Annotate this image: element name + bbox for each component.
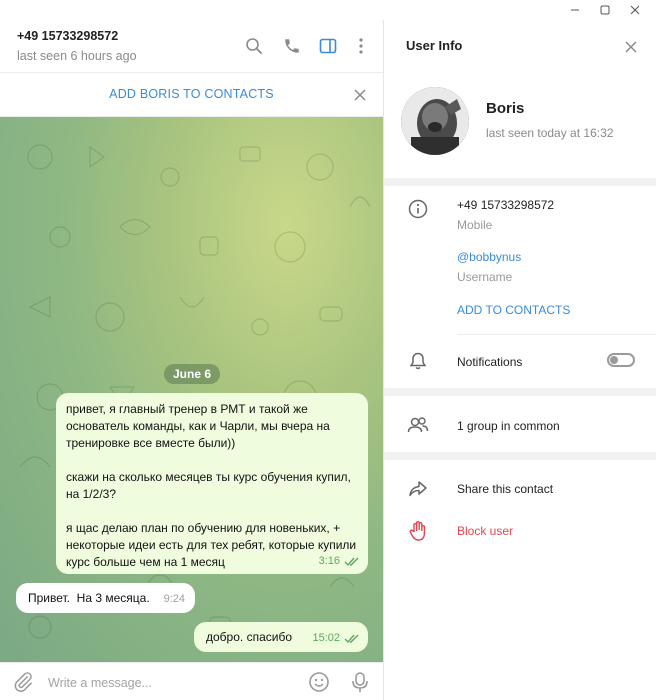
- chat-header[interactable]: +49 15733298572 last seen 6 hours ago: [0, 20, 383, 72]
- double-check-icon: [344, 634, 359, 643]
- block-user-button[interactable]: Block user: [457, 524, 513, 538]
- message-text: Привет. На 3 месяца.: [28, 591, 150, 605]
- phone-label: Mobile: [457, 218, 493, 232]
- sidebar-panel-icon[interactable]: [316, 34, 340, 58]
- share-contact-button[interactable]: Share this contact: [457, 482, 553, 496]
- chat-pane: +49 15733298572 last seen 6 hours ago AD…: [0, 20, 384, 700]
- profile-status: last seen today at 16:32: [486, 126, 614, 140]
- user-info-panel: User Info Boris last seen today at 16:32…: [384, 20, 656, 700]
- paperclip-icon[interactable]: [12, 671, 34, 698]
- add-to-contacts-link[interactable]: ADD BORIS TO CONTACTS: [0, 87, 383, 101]
- wallpaper-pattern: [19, 144, 371, 639]
- close-banner-icon[interactable]: [350, 85, 370, 105]
- search-icon[interactable]: [242, 34, 266, 58]
- chat-status: last seen 6 hours ago: [17, 49, 137, 63]
- bell-icon: [406, 349, 430, 373]
- message-time: 9:24: [163, 593, 185, 605]
- hand-stop-icon: [406, 519, 430, 543]
- date-separator: June 6: [164, 364, 220, 384]
- chat-title[interactable]: +49 15733298572: [17, 29, 118, 43]
- username-label: Username: [457, 270, 513, 284]
- profile-name: Boris: [486, 100, 525, 117]
- phone-number[interactable]: +49 15733298572: [457, 198, 554, 212]
- message-text: добро. спасибо: [206, 630, 292, 644]
- section-divider: [384, 452, 656, 460]
- add-contact-banner: ADD BORIS TO CONTACTS: [0, 72, 383, 117]
- message-text: привет, я главный тренер в РМТ и такой ж…: [66, 402, 357, 569]
- info-icon: [406, 197, 430, 221]
- panel-title: User Info: [406, 38, 463, 53]
- share-icon: [406, 477, 430, 501]
- chat-wallpaper: June 6 привет, я главный тренер в РМТ и …: [0, 117, 383, 662]
- toggle-knob: [610, 356, 618, 364]
- groups-in-common[interactable]: 1 group in common: [457, 419, 560, 433]
- message-bubble-outgoing[interactable]: добро. спасибо 15:02: [194, 622, 368, 652]
- avatar-photo: [401, 87, 469, 155]
- username-link[interactable]: @bobbynus: [457, 250, 521, 264]
- message-bubble-incoming[interactable]: Привет. На 3 месяца. 9:24: [16, 583, 195, 613]
- message-time: 15:02: [312, 632, 340, 644]
- maximize-icon[interactable]: [590, 0, 620, 20]
- section-divider: [384, 388, 656, 396]
- minimize-icon[interactable]: [560, 0, 590, 20]
- avatar[interactable]: [401, 87, 469, 155]
- message-time: 3:16: [318, 555, 340, 567]
- message-meta: 15:02: [312, 630, 360, 647]
- notifications-label: Notifications: [457, 355, 523, 369]
- close-window-icon[interactable]: [620, 0, 650, 20]
- microphone-icon[interactable]: [350, 671, 370, 698]
- section-divider: [384, 178, 656, 186]
- more-vertical-icon[interactable]: [349, 34, 373, 58]
- message-meta: 3:16: [319, 553, 360, 570]
- message-composer: [0, 662, 383, 700]
- close-icon[interactable]: [620, 36, 642, 58]
- message-bubble-outgoing[interactable]: привет, я главный тренер в РМТ и такой ж…: [56, 393, 368, 574]
- emoji-icon[interactable]: [308, 671, 330, 698]
- phone-icon[interactable]: [280, 34, 304, 58]
- notifications-toggle[interactable]: [607, 353, 635, 367]
- group-icon: [406, 413, 430, 437]
- message-input[interactable]: [48, 672, 288, 694]
- row-divider: [457, 334, 656, 335]
- double-check-icon: [344, 557, 359, 566]
- window-titlebar: [0, 0, 656, 20]
- add-to-contacts-button[interactable]: ADD TO CONTACTS: [457, 303, 570, 317]
